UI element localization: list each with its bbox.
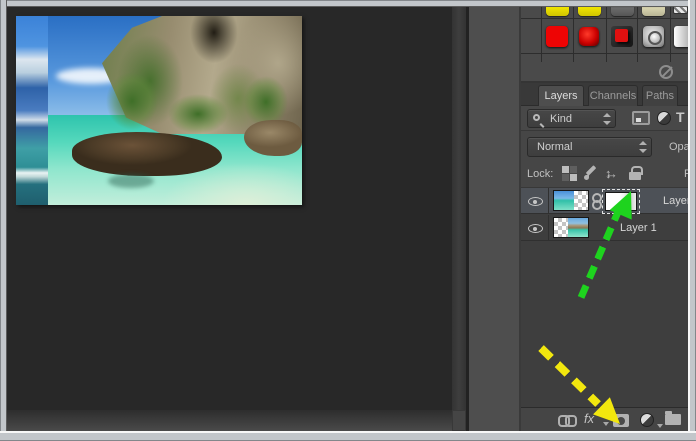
- lock-row: Lock: ↔ ↕ F: [521, 160, 688, 188]
- style-column: [671, 7, 688, 62]
- style-swatch-dark-button[interactable]: [607, 7, 637, 19]
- window-border-right: [688, 0, 696, 441]
- adjustment-filter-icon[interactable]: [657, 111, 671, 125]
- style-swatch-cell[interactable]: [521, 7, 541, 19]
- photo-vegetation: [168, 94, 228, 134]
- visibility-cell[interactable]: [521, 215, 549, 241]
- style-column: [521, 7, 542, 62]
- opacity-label: Opaci: [669, 141, 688, 153]
- window-border-left: [0, 0, 7, 441]
- layer-list: Layer Layer 1: [521, 188, 688, 407]
- style-swatch-red-flat[interactable]: [542, 20, 573, 54]
- spinner-arrows-icon: [639, 141, 646, 153]
- style-swatch-pattern[interactable]: [671, 7, 688, 19]
- visibility-eye-icon[interactable]: [528, 224, 543, 233]
- visibility-eye-icon[interactable]: [528, 197, 543, 206]
- style-column: [542, 7, 574, 62]
- style-swatch-yellow-button[interactable]: [574, 7, 606, 19]
- new-group-folder-icon[interactable]: [665, 414, 681, 425]
- lock-pixels-icon[interactable]: [583, 166, 598, 181]
- style-column: [607, 7, 638, 62]
- lock-label: Lock:: [527, 168, 553, 180]
- blend-mode-row: Normal Opaci: [521, 133, 688, 160]
- horizontal-scrollbar[interactable]: [7, 410, 452, 431]
- layers-filter-row: Kind T: [521, 106, 688, 131]
- layer-row-0[interactable]: Layer: [521, 188, 688, 214]
- panel-column: Layers Channels Paths Kind T Normal Opac…: [521, 7, 688, 431]
- photoshop-window: Layers Channels Paths Kind T Normal Opac…: [0, 0, 696, 441]
- blend-mode-value: Normal: [537, 141, 572, 153]
- pixel-filter-icon[interactable]: [632, 111, 650, 125]
- lock-all-icon[interactable]: [628, 166, 643, 181]
- photo-vegetation: [106, 72, 158, 130]
- tab-channels[interactable]: Channels: [588, 85, 638, 106]
- canvas-area[interactable]: [7, 7, 466, 431]
- document-image[interactable]: [16, 16, 302, 205]
- style-swatch-olive-button[interactable]: [638, 7, 670, 19]
- photo-rock-shadow: [108, 174, 154, 188]
- style-column: [638, 7, 671, 62]
- style-swatch-white-gradient[interactable]: [671, 20, 688, 54]
- styles-panel: [521, 7, 688, 62]
- layer-name[interactable]: Layer 1: [620, 222, 680, 234]
- lock-position-icon[interactable]: ↔ ↕: [605, 166, 620, 181]
- visibility-cell[interactable]: [521, 188, 549, 214]
- style-swatch-yellow-button[interactable]: [542, 7, 573, 19]
- layer-name[interactable]: Layer: [663, 195, 688, 207]
- style-column: [574, 7, 607, 62]
- clear-style-icon[interactable]: [659, 65, 673, 79]
- type-filter-icon[interactable]: T: [676, 109, 688, 125]
- lock-transparency-icon[interactable]: [562, 166, 577, 181]
- adjustment-caret-icon: [657, 424, 663, 428]
- scrollbar-corner: [452, 410, 466, 431]
- photo-strip: [16, 16, 48, 205]
- filter-kind-dropdown[interactable]: Kind: [527, 109, 616, 128]
- photo-rock: [244, 120, 302, 156]
- panel-gutter: [469, 7, 521, 431]
- photo-main: [48, 16, 302, 205]
- style-swatch-cell[interactable]: [521, 20, 541, 54]
- filter-kind-label: Kind: [550, 113, 572, 125]
- fill-label: F: [684, 168, 688, 180]
- style-swatch-red-bevel[interactable]: [607, 20, 637, 54]
- new-adjustment-layer-icon[interactable]: [640, 413, 654, 427]
- layer-thumbnail[interactable]: [553, 217, 589, 238]
- search-icon: [533, 114, 540, 121]
- layer-thumbnail[interactable]: [553, 190, 589, 211]
- panel-tab-bar: Layers Channels Paths: [521, 83, 688, 106]
- tab-layers[interactable]: Layers: [538, 85, 584, 106]
- window-border-bottom: [0, 431, 696, 441]
- tab-paths[interactable]: Paths: [642, 85, 678, 106]
- style-swatch-red-glossy[interactable]: [574, 20, 606, 54]
- vertical-scrollbar[interactable]: [452, 7, 466, 410]
- link-layers-icon[interactable]: [558, 413, 575, 425]
- spinner-arrows-icon: [603, 113, 610, 125]
- style-swatch-gray-glossy[interactable]: [638, 20, 670, 54]
- style-swatch-cell: [521, 55, 541, 62]
- blend-mode-dropdown[interactable]: Normal: [527, 137, 652, 157]
- mask-link-icon[interactable]: [591, 193, 601, 209]
- styles-panel-footer: [521, 62, 688, 83]
